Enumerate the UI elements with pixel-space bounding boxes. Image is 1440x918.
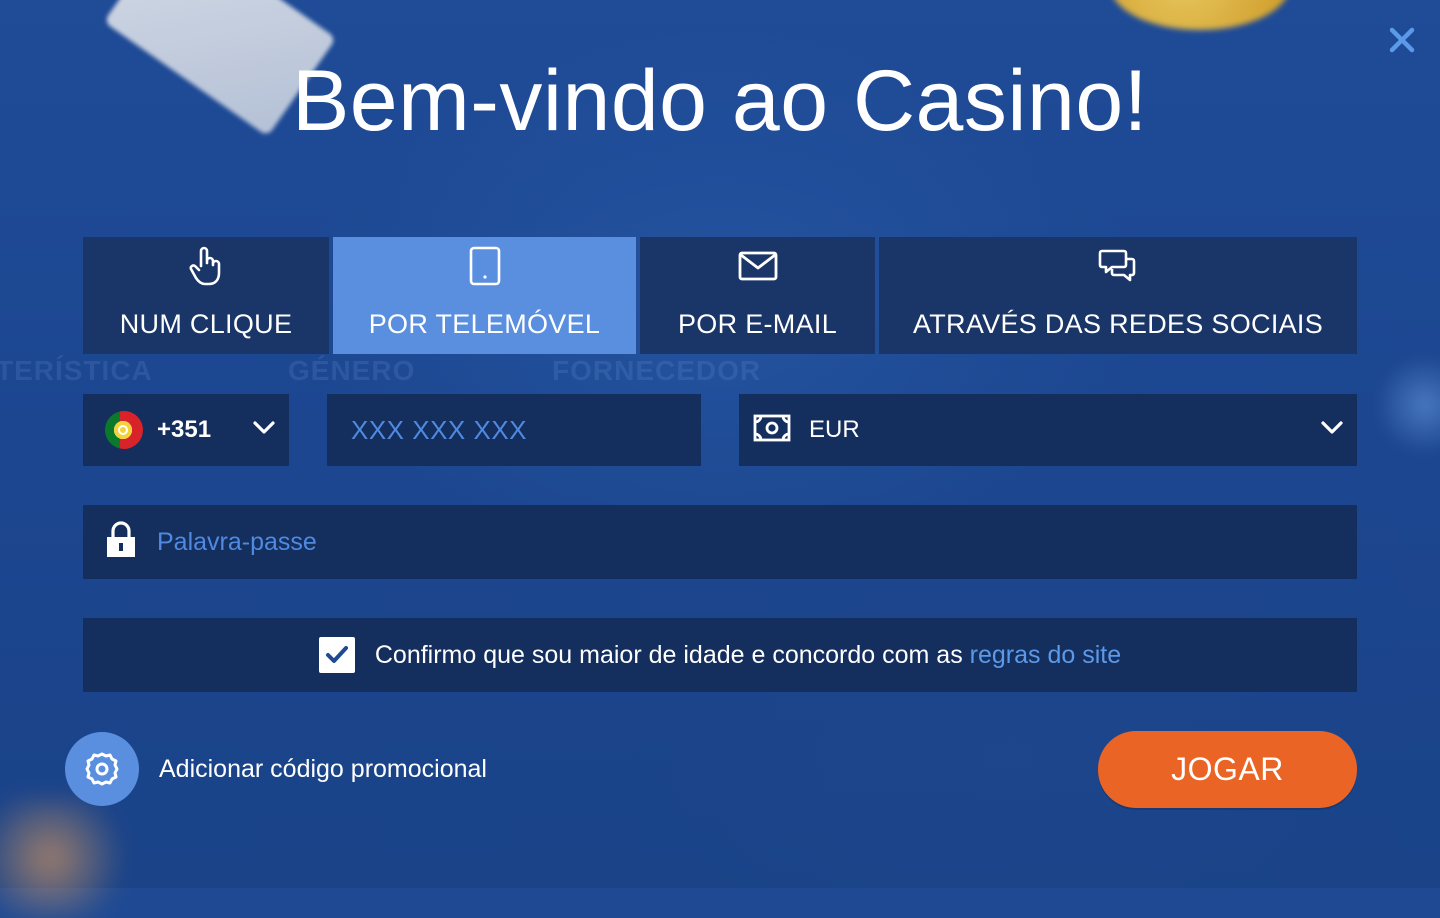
play-button[interactable]: JOGAR [1098,731,1357,808]
phone-number-field[interactable] [327,394,701,466]
promo-code-label: Adicionar código promocional [159,754,487,783]
banknote-icon [753,413,791,448]
registration-tabs: NUM CLIQUE POR TELEMÓVEL POR E-MAIL ATRA… [83,237,1357,354]
background-decoration [0,798,140,918]
tab-one-click[interactable]: NUM CLIQUE [83,237,329,354]
page-title: Bem-vindo ao Casino! [291,53,1149,149]
tab-label: POR TELEMÓVEL [368,309,601,339]
tab-label: NUM CLIQUE [119,309,293,339]
background-decoration [1380,350,1440,460]
envelope-icon [738,245,778,287]
close-icon [1389,27,1415,53]
lock-icon [105,520,137,564]
add-promo-code-button[interactable]: Adicionar código promocional [65,732,487,806]
password-field[interactable] [83,505,1357,579]
currency-select[interactable]: EUR [739,394,1357,466]
country-code-select[interactable]: +351 [83,394,289,466]
chat-bubbles-icon [1098,245,1138,287]
phone-number-input[interactable] [349,413,701,447]
background-filter-label: GÉNERO [288,355,416,386]
chevron-down-icon [1321,420,1343,440]
portugal-flag-icon [105,411,143,449]
smartphone-icon [468,245,502,287]
tab-by-email[interactable]: POR E-MAIL [640,237,875,354]
password-input[interactable] [155,526,1357,558]
age-consent-checkbox[interactable] [318,637,355,673]
chevron-down-icon [253,420,275,440]
promo-code-toggle[interactable] [65,732,139,806]
consent-statement: Confirmo que sou maior de idade e concor… [374,640,970,669]
gear-icon [85,752,119,786]
tab-label: ATRAVÉS DAS REDES SOCIAIS [912,309,1324,339]
background-filter-label: TERÍSTICA [0,355,153,386]
tab-by-phone[interactable]: POR TELEMÓVEL [333,237,636,354]
consent-text: Confirmo que sou maior de idade e concor… [375,641,1121,670]
hand-pointer-icon [189,245,223,287]
tab-social-networks[interactable]: ATRAVÉS DAS REDES SOCIAIS [879,237,1357,354]
country-code-value: +351 [157,416,212,443]
site-rules-link[interactable]: regras do site [970,641,1121,669]
checkmark-icon [325,646,348,663]
age-consent-row: Confirmo que sou maior de idade e concor… [83,618,1357,692]
currency-value: EUR [809,416,860,443]
tab-label: POR E-MAIL [677,309,838,339]
background-filter-label: FORNECEDOR [552,355,762,386]
